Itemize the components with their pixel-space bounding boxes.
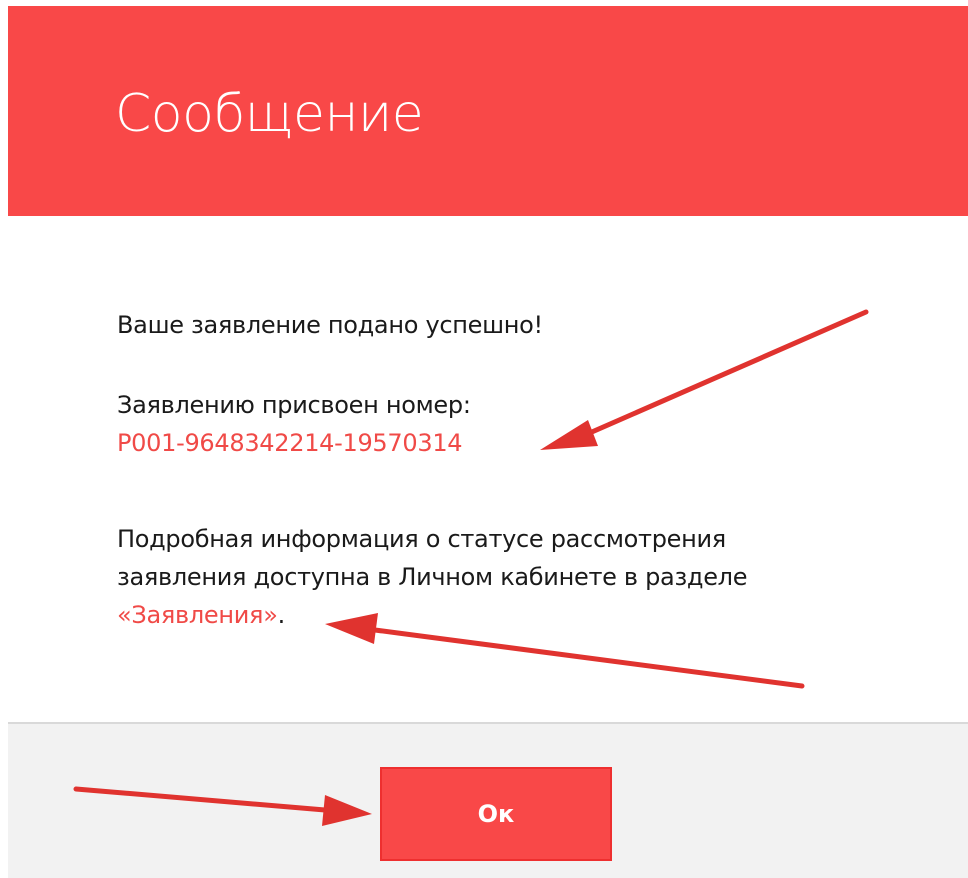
application-number: P001-9648342214-19570314 <box>117 429 463 457</box>
dialog-footer: Ок <box>8 722 968 878</box>
dialog-header: Сообщение <box>8 6 968 216</box>
message-dialog: Сообщение Ваше заявление подано успешно!… <box>8 0 968 878</box>
info-line-2: заявления доступна в Личном кабинете в р… <box>117 563 748 591</box>
dialog-body: Ваше заявление подано успешно! Заявлению… <box>8 216 968 722</box>
applications-section-link[interactable]: «Заявления» <box>117 601 278 629</box>
success-message: Ваше заявление подано успешно! <box>117 311 543 339</box>
info-line-1: Подробная информация о статусе рассмотре… <box>117 525 726 553</box>
info-block: Подробная информация о статусе рассмотре… <box>117 520 747 634</box>
number-label: Заявлению присвоен номер: <box>117 391 471 419</box>
number-block: Заявлению присвоен номер: P001-964834221… <box>117 386 471 462</box>
ok-button[interactable]: Ок <box>380 767 612 861</box>
dialog-title: Сообщение <box>115 84 424 144</box>
info-period: . <box>277 601 286 629</box>
